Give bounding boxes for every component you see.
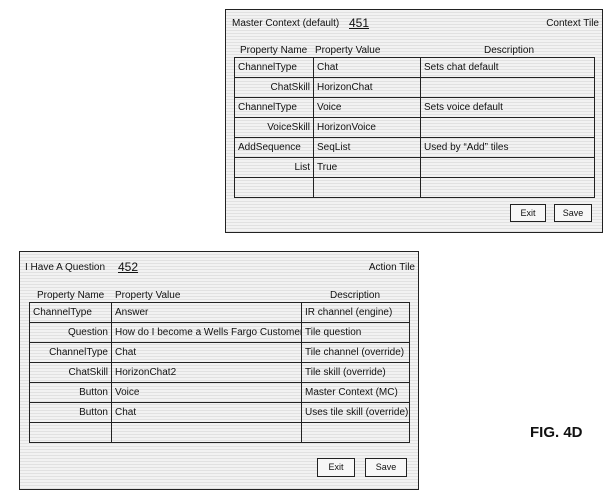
master-property-table: ChannelType Chat Sets chat default ChatS… (234, 57, 595, 198)
property-value-cell[interactable]: Answer (112, 303, 302, 323)
table-row[interactable]: AddSequence SeqList Used by “Add” tiles (235, 138, 595, 158)
property-value-cell[interactable]: HorizonChat (314, 78, 421, 98)
description-cell[interactable]: Sets voice default (421, 98, 595, 118)
table-row[interactable] (30, 423, 410, 443)
property-name-cell[interactable]: Button (30, 383, 112, 403)
table-row[interactable]: VoiceSkill HorizonVoice (235, 118, 595, 138)
property-name-cell[interactable]: ChatSkill (30, 363, 112, 383)
description-cell[interactable]: Tile question (302, 323, 410, 343)
property-name-cell[interactable]: VoiceSkill (235, 118, 314, 138)
description-cell[interactable]: Sets chat default (421, 58, 595, 78)
action-property-table: ChannelType Answer IR channel (engine) Q… (29, 302, 410, 443)
property-name-cell[interactable]: ChatSkill (235, 78, 314, 98)
description-cell[interactable]: IR channel (engine) (302, 303, 410, 323)
master-tile-type: Context Tile (546, 18, 599, 30)
description-cell[interactable]: Tile skill (override) (302, 363, 410, 383)
description-cell[interactable]: Tile channel (override) (302, 343, 410, 363)
master-tile-title: Master Context (default) (232, 18, 339, 30)
table-row[interactable]: Question How do I become a Wells Fargo C… (30, 323, 410, 343)
table-row[interactable] (235, 178, 595, 198)
description-cell[interactable] (421, 118, 595, 138)
description-cell[interactable] (421, 158, 595, 178)
table-row[interactable]: List True (235, 158, 595, 178)
master-tile-ref: 451 (349, 16, 369, 30)
property-value-cell[interactable] (112, 423, 302, 443)
description-cell[interactable] (421, 78, 595, 98)
property-value-cell[interactable]: SeqList (314, 138, 421, 158)
action-col-description: Description (330, 290, 380, 302)
property-value-cell[interactable]: Voice (112, 383, 302, 403)
master-context-tile: Master Context (default) 451 Context Til… (225, 9, 603, 233)
action-tile-ref: 452 (118, 260, 138, 274)
action-tile: I Have A Question 452 Action Tile Proper… (19, 251, 419, 490)
table-row[interactable]: ChatSkill HorizonChat2 Tile skill (overr… (30, 363, 410, 383)
description-cell[interactable] (302, 423, 410, 443)
property-name-cell[interactable] (235, 178, 314, 198)
property-name-cell[interactable]: Question (30, 323, 112, 343)
property-name-cell[interactable] (30, 423, 112, 443)
property-value-cell[interactable]: Chat (112, 403, 302, 423)
property-name-cell[interactable]: ChannelType (30, 303, 112, 323)
table-row[interactable]: ChannelType Voice Sets voice default (235, 98, 595, 118)
table-row[interactable]: ChannelType Chat Tile channel (override) (30, 343, 410, 363)
property-value-cell[interactable]: Chat (314, 58, 421, 78)
property-name-cell[interactable]: Button (30, 403, 112, 423)
description-cell[interactable]: Used by “Add” tiles (421, 138, 595, 158)
action-tile-title: I Have A Question (25, 262, 105, 274)
master-col-description: Description (484, 45, 534, 57)
property-value-cell[interactable]: How do I become a Wells Fargo Customer (112, 323, 302, 343)
exit-button[interactable]: Exit (317, 458, 355, 477)
table-row[interactable]: ChannelType Answer IR channel (engine) (30, 303, 410, 323)
property-value-cell[interactable]: Voice (314, 98, 421, 118)
property-name-cell[interactable]: AddSequence (235, 138, 314, 158)
master-col-property-name: Property Name (240, 45, 307, 57)
figure-label: FIG. 4D (530, 424, 583, 442)
exit-button[interactable]: Exit (510, 204, 546, 222)
property-value-cell[interactable]: HorizonChat2 (112, 363, 302, 383)
property-name-cell[interactable]: ChannelType (235, 58, 314, 78)
description-cell[interactable]: Uses tile skill (override) (302, 403, 410, 423)
table-row[interactable]: Button Voice Master Context (MC) (30, 383, 410, 403)
table-row[interactable]: ChatSkill HorizonChat (235, 78, 595, 98)
action-col-property-name: Property Name (37, 290, 104, 302)
action-col-property-value: Property Value (115, 290, 180, 302)
property-value-cell[interactable]: Chat (112, 343, 302, 363)
property-name-cell[interactable]: List (235, 158, 314, 178)
save-button[interactable]: Save (365, 458, 407, 477)
property-value-cell[interactable] (314, 178, 421, 198)
description-cell[interactable]: Master Context (MC) (302, 383, 410, 403)
description-cell[interactable] (421, 178, 595, 198)
property-name-cell[interactable]: ChannelType (235, 98, 314, 118)
master-col-property-value: Property Value (315, 45, 380, 57)
property-name-cell[interactable]: ChannelType (30, 343, 112, 363)
table-row[interactable]: ChannelType Chat Sets chat default (235, 58, 595, 78)
action-tile-type: Action Tile (369, 262, 415, 274)
property-value-cell[interactable]: HorizonVoice (314, 118, 421, 138)
table-row[interactable]: Button Chat Uses tile skill (override) (30, 403, 410, 423)
property-value-cell[interactable]: True (314, 158, 421, 178)
save-button[interactable]: Save (554, 204, 592, 222)
